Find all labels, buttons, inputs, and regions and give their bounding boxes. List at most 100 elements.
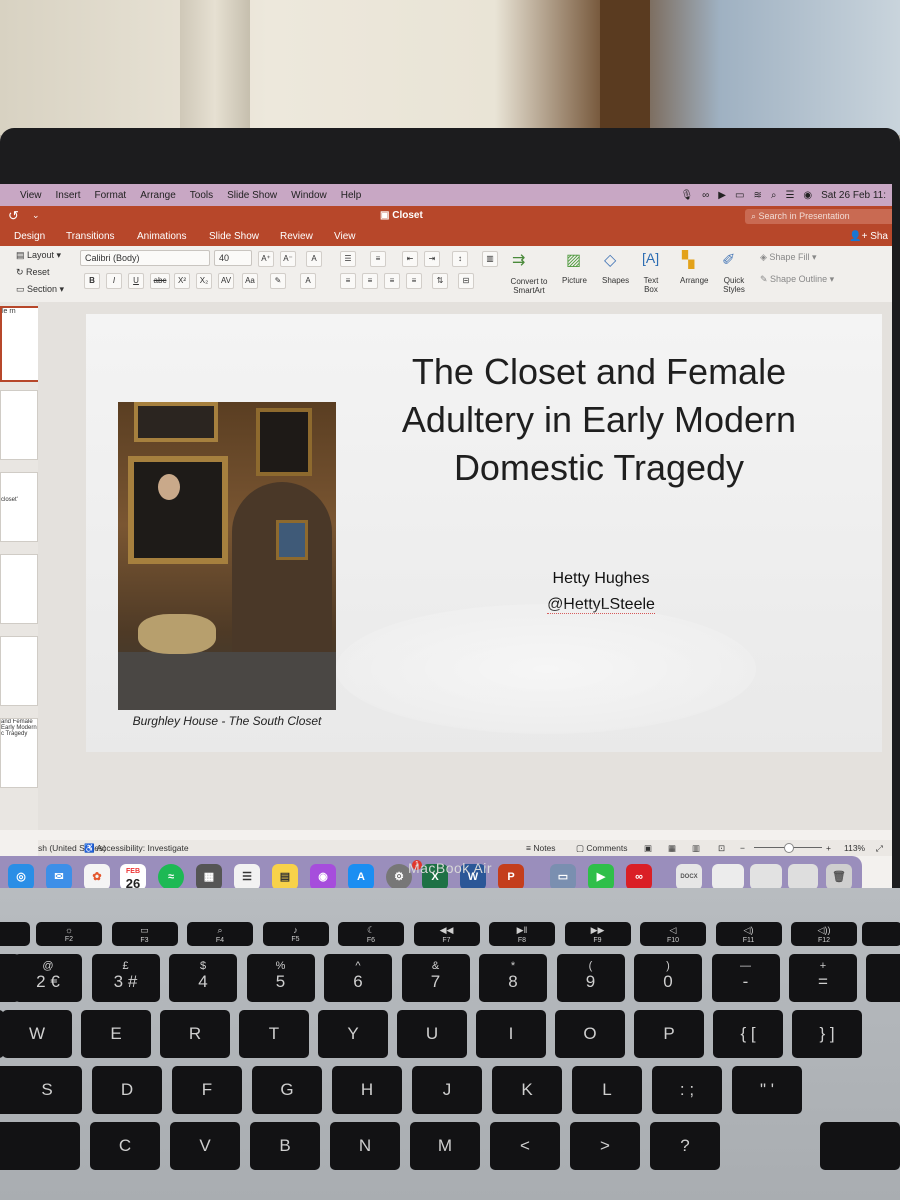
key-letter[interactable]: ? (650, 1122, 720, 1170)
clear-format-button[interactable]: A (306, 251, 322, 267)
key-letter[interactable]: > (570, 1122, 640, 1170)
slide-sorter-icon[interactable]: ▦ (668, 843, 676, 854)
decrease-indent-button[interactable]: ⇤ (402, 251, 418, 267)
slide-show-icon[interactable]: ⊡ (718, 843, 725, 854)
key-letter[interactable]: T (239, 1010, 309, 1058)
key-letter[interactable]: V (170, 1122, 240, 1170)
creative-cloud-icon[interactable]: ∞ (702, 190, 709, 201)
battery-icon[interactable]: ▭ (735, 190, 744, 201)
clock[interactable]: Sat 26 Feb 11: (821, 190, 886, 201)
control-center-icon[interactable]: ☰ (785, 190, 794, 201)
key-letter[interactable]: { [ (713, 1010, 783, 1058)
key-letter[interactable]: B (250, 1122, 320, 1170)
key-number[interactable]: * 8 (479, 954, 547, 1002)
arrange-label[interactable]: Arrange (680, 276, 708, 285)
italic-button[interactable]: I (106, 273, 122, 289)
strikethrough-button[interactable]: abc (150, 273, 170, 289)
key-f7[interactable]: ◀◀ F7 (413, 922, 480, 946)
align-text-button[interactable]: ⊟ (458, 273, 474, 289)
search-icon[interactable]: ⌕ (771, 190, 777, 201)
decrease-font-button[interactable]: A⁻ (280, 251, 296, 267)
key-number[interactable]: % 5 (246, 954, 315, 1002)
key-letter[interactable]: N (330, 1122, 400, 1170)
key-f11[interactable]: ◁) F11 (715, 922, 782, 946)
character-spacing-button[interactable]: AV (218, 273, 234, 289)
key-shift[interactable] (0, 1122, 80, 1170)
section-button[interactable]: ▭ Section ▾ (16, 284, 64, 295)
siri-icon[interactable]: ◉ (803, 190, 812, 201)
key-f5[interactable]: ♪ F5 (262, 922, 329, 946)
slide-title[interactable]: The Closet and Female Adultery in Early … (364, 348, 834, 492)
tab-transitions[interactable]: Transitions (66, 231, 115, 242)
key-number[interactable]: & 7 (401, 954, 470, 1002)
key-f10[interactable]: ◁ F10 (640, 922, 706, 946)
key-number[interactable]: — - (711, 954, 780, 1002)
key-letter[interactable]: " ' (732, 1066, 802, 1114)
slide[interactable]: The Closet and Female Adultery in Early … (86, 314, 882, 752)
slide-thumbnail-4[interactable] (0, 554, 38, 624)
slide-photo[interactable] (118, 402, 336, 710)
key-number[interactable]: ^ 6 (324, 954, 392, 1002)
key-f8[interactable]: ▶‖ F8 (489, 922, 555, 946)
key-letter[interactable]: R (160, 1010, 230, 1058)
key-letter[interactable]: J (412, 1066, 482, 1114)
key-letter[interactable]: } ] (792, 1010, 862, 1058)
numbering-button[interactable]: ≡ (370, 251, 386, 267)
tab-animations[interactable]: Animations (137, 231, 186, 242)
quick-styles-icon[interactable]: ✐ (722, 250, 748, 272)
menu-insert[interactable]: Insert (56, 190, 81, 201)
highlight-button[interactable]: ✎ (270, 273, 286, 289)
text-direction-button[interactable]: ⇅ (432, 273, 448, 289)
font-color-button[interactable]: A (300, 273, 316, 289)
quick-styles-label[interactable]: Quick Styles (720, 276, 748, 294)
align-center-button[interactable]: ≡ (362, 273, 378, 289)
key-right-shift[interactable] (820, 1122, 900, 1170)
fit-to-window-icon[interactable]: ⤢ (876, 843, 883, 854)
accessibility-status[interactable]: ♿ Accessibility: Investigate (84, 843, 189, 854)
bullets-button[interactable]: ☰ (340, 251, 356, 267)
comments-button[interactable]: ▢ Comments (576, 843, 628, 854)
zoom-in-icon[interactable]: + (826, 843, 831, 853)
tab-slide-show[interactable]: Slide Show (209, 231, 259, 242)
play-icon[interactable]: ▶ (718, 190, 726, 201)
author-name[interactable]: Hetty Hughes (486, 570, 716, 588)
key-letter[interactable]: : ; (652, 1066, 722, 1114)
align-left-button[interactable]: ≡ (340, 273, 356, 289)
normal-view-icon[interactable]: ▣ (644, 843, 652, 854)
key-letter[interactable]: E (81, 1010, 151, 1058)
bold-button[interactable]: B (84, 273, 100, 289)
text-box-label[interactable]: Text Box (638, 276, 664, 294)
reading-view-icon[interactable]: ▥ (692, 843, 700, 854)
tab-design[interactable]: Design (14, 231, 45, 242)
justify-button[interactable]: ≡ (406, 273, 422, 289)
align-right-button[interactable]: ≡ (384, 273, 400, 289)
key-letter[interactable]: Y (318, 1010, 388, 1058)
reset-button[interactable]: ↻ Reset (16, 267, 50, 278)
menu-help[interactable]: Help (341, 190, 362, 201)
menu-window[interactable]: Window (291, 190, 327, 201)
shapes-label[interactable]: Shapes (602, 276, 629, 285)
convert-smartart-label[interactable]: Convert to SmartArt (506, 277, 552, 295)
key-f3[interactable]: ▭ F3 (111, 922, 178, 946)
key-f4[interactable]: ⌕ F4 (187, 922, 253, 946)
key-f9[interactable]: ▶▶ F9 (564, 922, 631, 946)
slide-thumbnail-3[interactable]: closet' (0, 472, 38, 542)
menu-slide-show[interactable]: Slide Show (227, 190, 277, 201)
menu-view[interactable]: View (20, 190, 42, 201)
picture-label[interactable]: Picture (562, 276, 587, 285)
slide-thumbnail-1[interactable]: le rn (0, 306, 40, 382)
key-f2[interactable]: ☼ F2 (36, 922, 102, 946)
redo-icon[interactable]: ↺ (8, 208, 19, 224)
key-letter[interactable]: U (397, 1010, 467, 1058)
key-letter[interactable]: O (555, 1010, 625, 1058)
slide-thumbnail-5[interactable] (0, 636, 38, 706)
columns-button[interactable]: ▥ (482, 251, 498, 267)
key-letter[interactable]: H (332, 1066, 402, 1114)
key-f1[interactable] (0, 922, 30, 946)
menu-tools[interactable]: Tools (190, 190, 213, 201)
zoom-out-icon[interactable]: − (740, 843, 745, 853)
key-number[interactable]: ) 0 (634, 954, 702, 1002)
menu-arrange[interactable]: Arrange (140, 190, 176, 201)
tab-review[interactable]: Review (280, 231, 313, 242)
photo-caption[interactable]: Burghley House - The South Closet (118, 714, 336, 728)
